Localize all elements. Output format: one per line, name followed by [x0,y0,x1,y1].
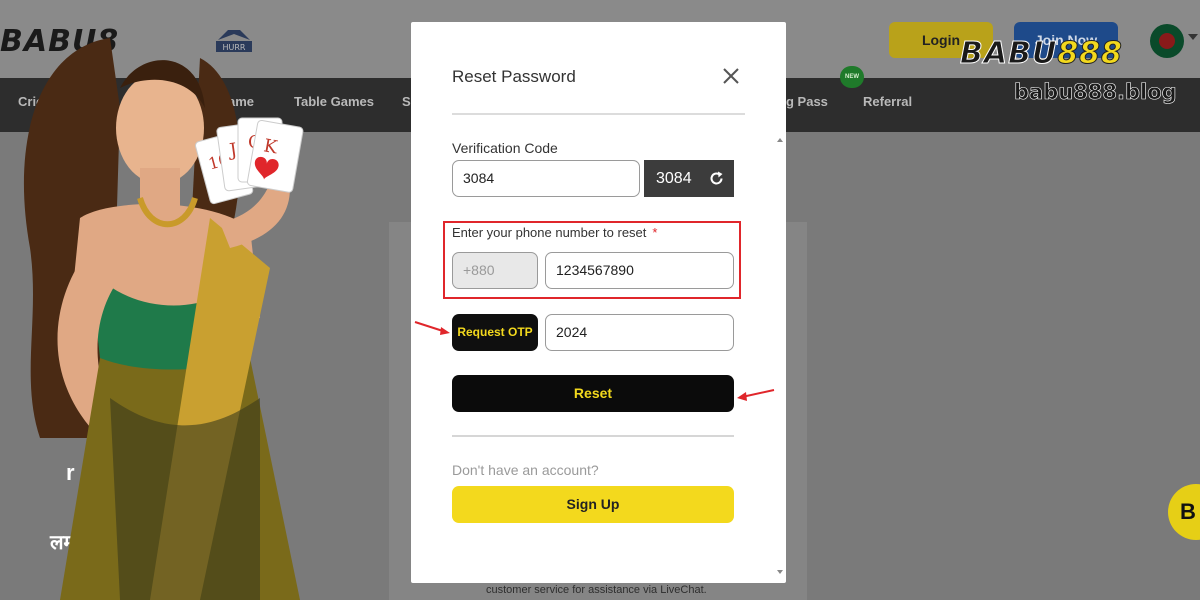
support-text: customer service for assistance via Live… [486,584,707,596]
promo-model-illustration: 10 J Q K [23,38,304,600]
otp-arrow-icon [414,321,450,335]
title-divider [452,113,745,115]
scroll-up-icon[interactable] [777,138,783,142]
language-flag-icon[interactable] [1150,24,1184,58]
modal-title: Reset Password [452,67,576,86]
captcha-code: 3084 [656,170,692,187]
verification-code-label: Verification Code [452,140,558,156]
phone-number-input[interactable]: 1234567890 [545,252,734,289]
phone-label: Enter your phone number to reset * [452,225,657,240]
watermark-logo: BABU888 [959,36,1123,72]
nav-item-pass[interactable]: g Pass [786,94,828,109]
watermark-url: babu888.blog [1014,80,1177,105]
new-badge: NEW [840,66,864,88]
reset-password-modal: Reset Password Verification Code 3084 30… [411,22,786,583]
nav-item-referral[interactable]: Referral [863,94,912,109]
scroll-down-icon[interactable] [777,570,783,574]
reset-button[interactable]: Reset [452,375,734,412]
reset-arrow-icon [737,389,775,401]
sign-up-button[interactable]: Sign Up [452,486,734,523]
otp-input[interactable]: 2024 [545,314,734,351]
country-code-field: +880 [452,252,538,289]
no-account-text: Don't have an account? [452,462,599,478]
required-mark: * [652,225,658,240]
watermark-logo-part-b: 888 [1057,36,1123,72]
refresh-icon[interactable] [708,170,725,187]
nav-item-s[interactable]: S [402,94,411,109]
chevron-down-icon[interactable] [1188,34,1198,40]
watermark-logo-part-a: BABU [959,36,1058,72]
form-divider [452,435,734,437]
verification-code-input[interactable]: 3084 [452,160,640,197]
request-otp-button[interactable]: Request OTP [452,314,538,351]
captcha-box: 3084 [644,160,734,197]
phone-label-text: Enter your phone number to reset [452,225,647,240]
close-icon[interactable] [721,66,741,86]
live-chat-button[interactable]: B [1168,484,1200,540]
